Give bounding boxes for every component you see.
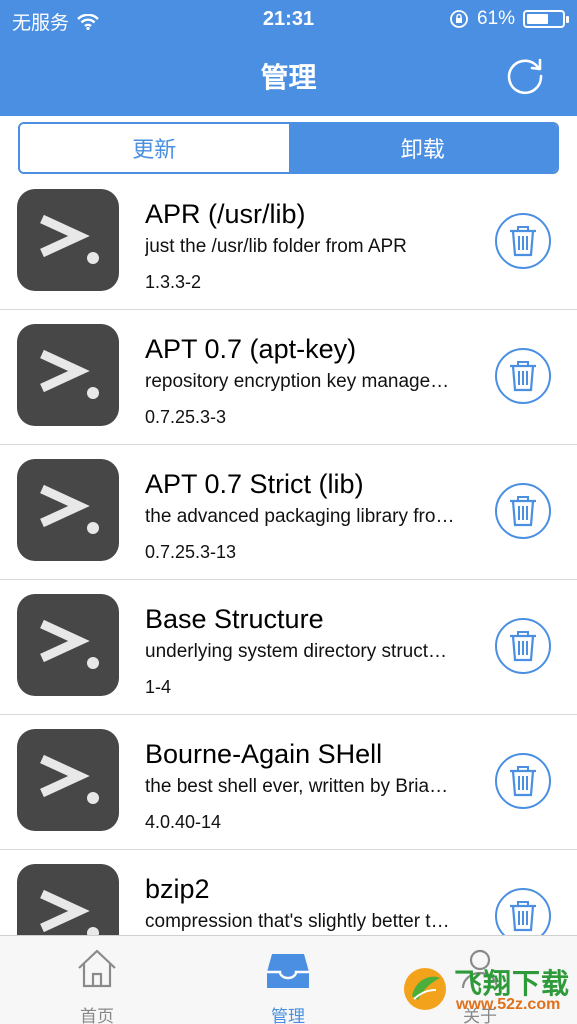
status-right: 61%: [449, 8, 569, 30]
status-bar: 无服务 21:31 61%: [0, 0, 577, 38]
segment-uninstall[interactable]: 卸载: [288, 124, 557, 172]
package-list: APR (/usr/lib) just the /usr/lib folder …: [0, 175, 577, 935]
terminal-icon: [17, 189, 119, 291]
watermark-logo-icon: [404, 968, 446, 1010]
terminal-icon: [17, 324, 119, 426]
package-desc: underlying system directory struct…: [145, 641, 447, 662]
delete-button[interactable]: [495, 888, 551, 935]
tab-manage[interactable]: 管理: [228, 936, 348, 1024]
trash-icon: [510, 631, 536, 662]
delete-button[interactable]: [495, 348, 551, 404]
delete-button[interactable]: [495, 213, 551, 269]
package-name: Base Structure: [145, 604, 324, 634]
package-version: 0.7.25.3-13: [145, 542, 237, 562]
list-item[interactable]: Base Structure underlying system directo…: [0, 580, 577, 715]
list-item[interactable]: bzip2 compression that's slightly better…: [0, 850, 577, 935]
page-title: 管理: [260, 62, 317, 93]
package-name: APR (/usr/lib): [145, 199, 306, 229]
terminal-icon: [17, 729, 119, 831]
package-desc: compression that's slightly better t…: [145, 911, 450, 932]
package-desc: the advanced packaging library fro…: [145, 506, 455, 527]
package-version: 4.0.40-14: [145, 812, 222, 832]
tab-manage-label: 管理: [271, 1007, 305, 1024]
list-item[interactable]: APT 0.7 (apt-key) repository encryption …: [0, 310, 577, 445]
package-name: APT 0.7 Strict (lib): [145, 469, 364, 499]
package-version: 1.3.3-2: [145, 272, 202, 292]
delete-button[interactable]: [495, 483, 551, 539]
package-version: 0.7.25.3-3: [145, 407, 227, 427]
watermark: 飞翔下载 www.52z.com: [402, 962, 574, 1020]
trash-icon: [510, 766, 536, 797]
inbox-icon: [267, 954, 309, 988]
trash-icon: [510, 226, 536, 257]
watermark-url: www.52z.com: [456, 996, 561, 1013]
refresh-icon: [507, 58, 543, 95]
battery-fill: [527, 14, 548, 24]
header: 无服务 21:31 61% 管理: [0, 0, 577, 116]
home-icon: [78, 949, 116, 988]
package-desc: just the /usr/lib folder from APR: [145, 236, 407, 257]
terminal-icon: [17, 594, 119, 696]
terminal-icon: [17, 459, 119, 561]
delete-button[interactable]: [495, 753, 551, 809]
list-item[interactable]: Bourne-Again SHell the best shell ever, …: [0, 715, 577, 850]
battery-icon: [523, 10, 569, 28]
tab-home-label: 首页: [80, 1007, 114, 1024]
trash-icon: [510, 901, 536, 932]
trash-icon: [510, 496, 536, 527]
refresh-button[interactable]: [503, 54, 547, 98]
package-name: APT 0.7 (apt-key): [145, 334, 357, 364]
list-item[interactable]: APT 0.7 Strict (lib) the advanced packag…: [0, 445, 577, 580]
package-desc: repository encryption key manage…: [145, 371, 450, 392]
list-item[interactable]: APR (/usr/lib) just the /usr/lib folder …: [0, 175, 577, 310]
trash-icon: [510, 361, 536, 392]
rotation-lock-icon: [450, 10, 468, 28]
package-desc: the best shell ever, written by Bria…: [145, 776, 449, 797]
package-name: bzip2: [145, 874, 210, 904]
terminal-icon: [17, 864, 119, 935]
package-name: Bourne-Again SHell: [145, 739, 383, 769]
segment-update[interactable]: 更新: [20, 124, 289, 172]
package-version: 1-4: [145, 677, 172, 697]
delete-button[interactable]: [495, 618, 551, 674]
segmented-control: 更新 卸载: [18, 122, 559, 174]
battery-percent: 61%: [476, 8, 515, 29]
tab-home[interactable]: 首页: [37, 936, 157, 1024]
